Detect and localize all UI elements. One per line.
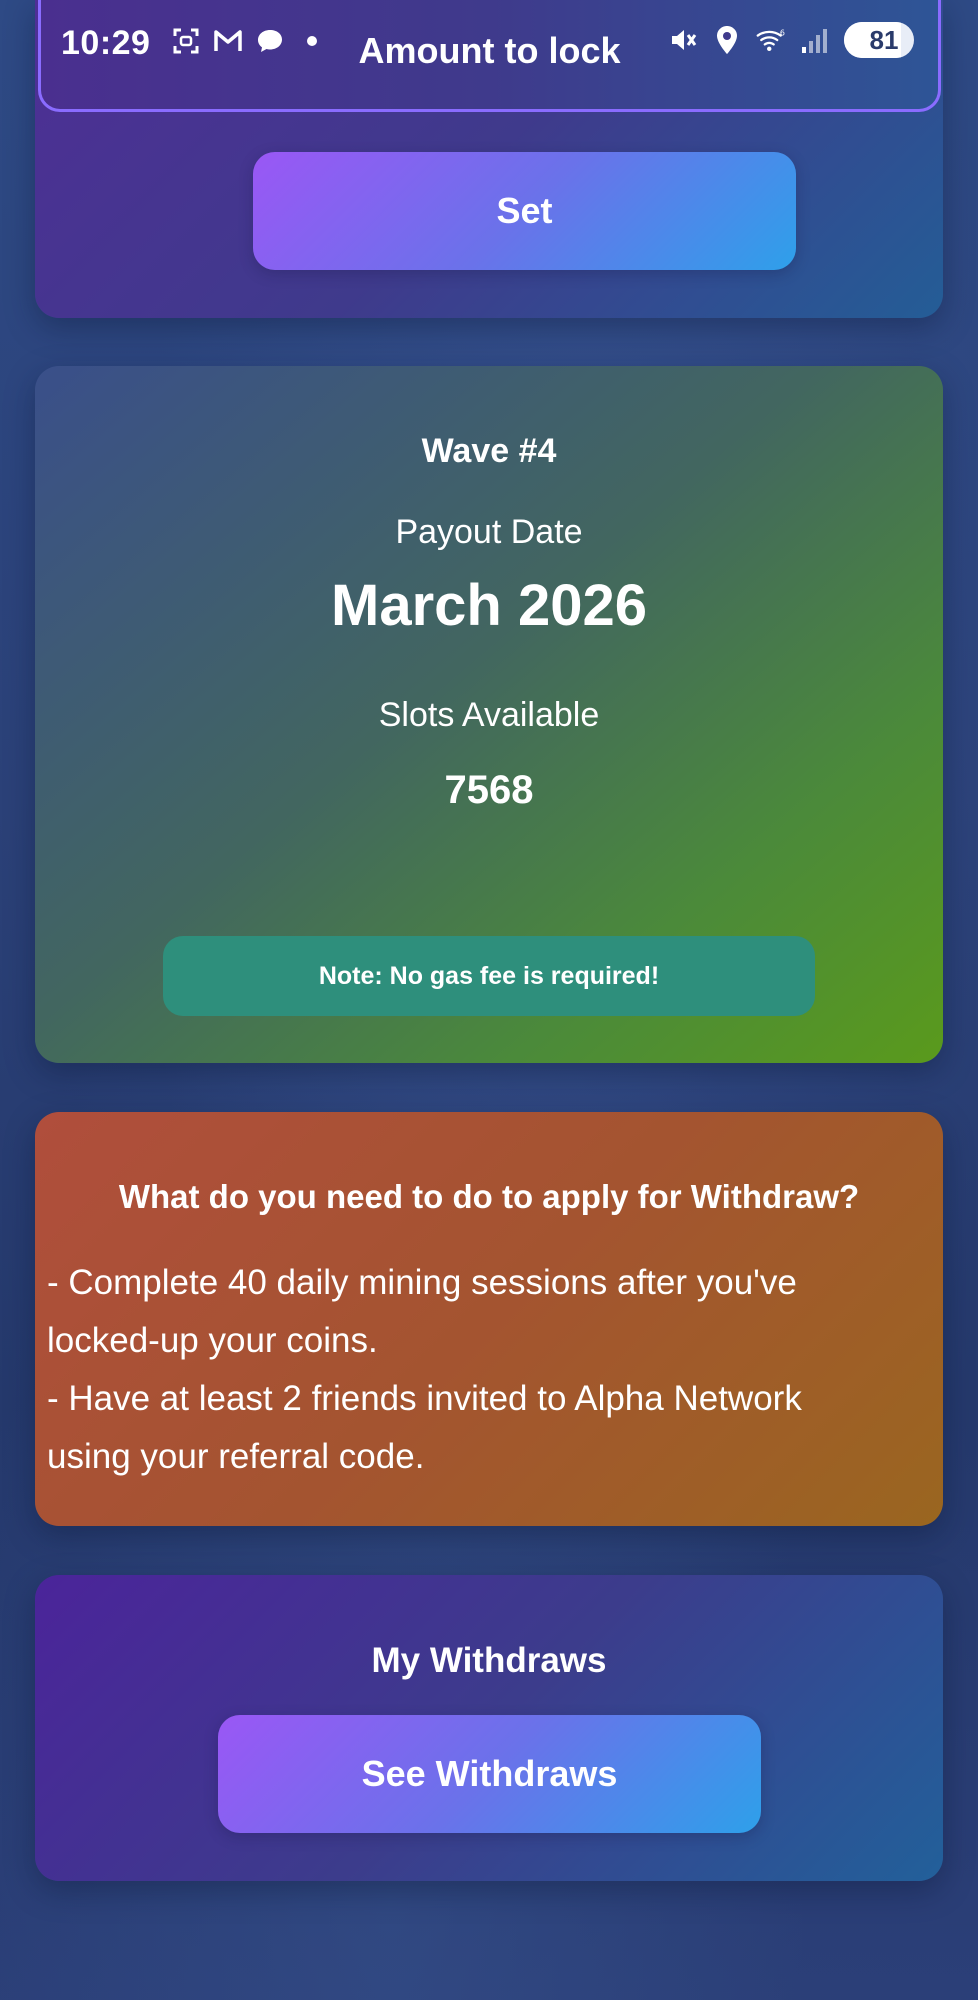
battery-icon: 81 xyxy=(844,22,914,58)
signal-icon xyxy=(800,25,830,55)
set-button[interactable]: Set xyxy=(253,152,796,270)
withdraw-requirements-card: What do you need to do to apply for With… xyxy=(35,1112,943,1526)
battery-percent: 81 xyxy=(869,24,899,55)
gas-fee-note: Note: No gas fee is required! xyxy=(163,936,815,1016)
my-withdraws-card: My Withdraws See Withdraws xyxy=(35,1575,943,1881)
requirement-line: - Complete 40 daily mining sessions afte… xyxy=(47,1263,797,1302)
system-icons: 6 81 xyxy=(668,22,914,58)
my-withdraws-title: My Withdraws xyxy=(371,1641,607,1680)
svg-text:6: 6 xyxy=(780,29,785,38)
location-icon xyxy=(712,25,742,55)
payout-date-value: March 2026 xyxy=(331,573,647,638)
slots-available-value: 7568 xyxy=(444,768,534,812)
see-withdraws-button[interactable]: See Withdraws xyxy=(218,1715,761,1833)
wifi-icon: 6 xyxy=(756,25,786,55)
requirement-line: - Have at least 2 friends invited to Alp… xyxy=(47,1379,802,1418)
wave-title: Wave #4 xyxy=(421,432,557,470)
requirements-title: What do you need to do to apply for With… xyxy=(118,1178,860,1215)
payout-date-label: Payout Date xyxy=(395,513,583,551)
wave-card: Wave #4 Payout Date March 2026 Slots Ava… xyxy=(35,366,943,1063)
status-bar: 10:29 Amount to lock 6 81 xyxy=(38,0,941,112)
requirement-line: using your referral code. xyxy=(47,1437,425,1476)
slots-available-label: Slots Available xyxy=(378,696,600,734)
requirements-list: - Complete 40 daily mining sessions afte… xyxy=(47,1254,913,1486)
requirement-line: locked-up your coins. xyxy=(47,1321,378,1360)
mute-icon xyxy=(668,25,698,55)
